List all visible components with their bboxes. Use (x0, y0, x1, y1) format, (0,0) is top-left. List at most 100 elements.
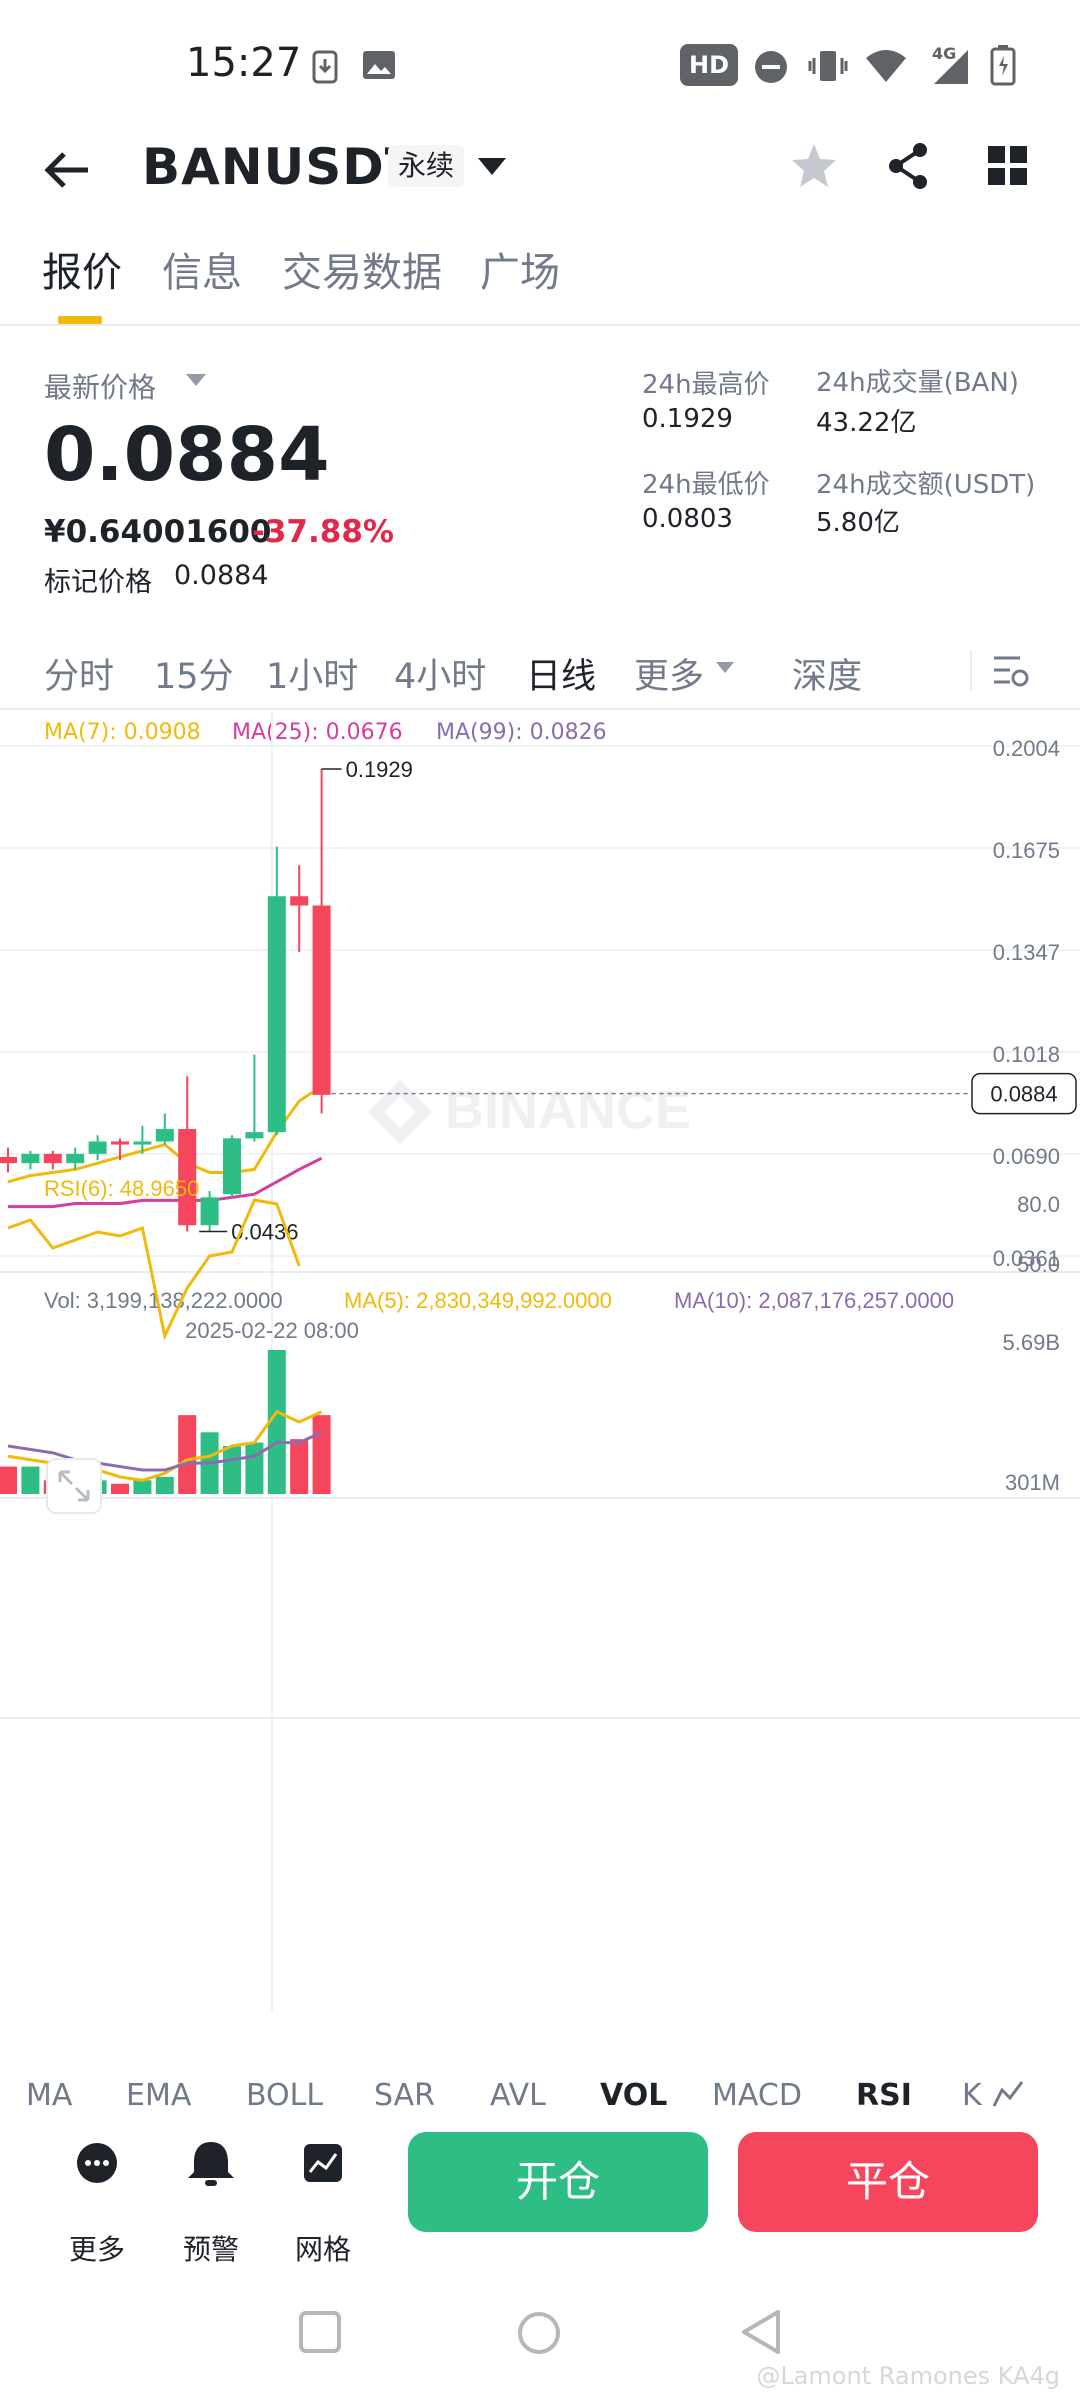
rsi-legend: RSI(6): 48.9650 (44, 1176, 199, 1201)
candle-up (155, 1129, 174, 1142)
kline-chart[interactable]: BINANCE 0.20040.16750.13470.10180.06900.… (0, 712, 1080, 2052)
mark-price: 0.0884 (174, 560, 269, 591)
interval-depth[interactable]: 深度 (792, 648, 862, 699)
symbol-title[interactable]: BANUSDT (142, 138, 420, 196)
high-24h-value: 0.1929 (642, 404, 733, 434)
alert-label: 预警 (182, 2233, 239, 2266)
candle-up (267, 896, 286, 1133)
interval-more[interactable]: 更多 (634, 648, 704, 699)
low-24h-value: 0.0803 (642, 504, 733, 534)
indicator-k[interactable]: K (962, 2078, 982, 2108)
candle-down (43, 1153, 62, 1164)
tab-square[interactable]: 广场 (480, 240, 560, 298)
price-tick-label: 0.2004 (993, 736, 1060, 761)
svg-text:BINANCE: BINANCE (445, 1080, 691, 1140)
more-dropdown-icon[interactable] (716, 662, 734, 674)
volume-bar (245, 1442, 264, 1494)
indicator-chart-icon[interactable] (992, 2080, 1026, 2108)
more-label: 更多 (68, 2233, 125, 2266)
interval-bar: 分时 15分 1小时 4小时 日线 更多 深度 (0, 640, 1080, 710)
grid-action[interactable]: 网格 (278, 2138, 368, 2266)
status-time: 15:27 (186, 40, 302, 86)
user-watermark: @Lamont Ramones KA4g (756, 2362, 1060, 2390)
last-price: 0.0884 (44, 412, 330, 498)
hd-icon: HD (680, 44, 738, 86)
price-type-dropdown-icon[interactable] (186, 374, 206, 388)
volume-tick-label: 5.69B (1003, 1330, 1061, 1355)
interval-time-sharing[interactable]: 分时 (44, 648, 114, 699)
vol-legend: Vol: 3,199,138,222.0000 (44, 1288, 283, 1313)
indicator-rsi[interactable]: RSI (856, 2078, 912, 2108)
change-percent: -37.88% (252, 514, 394, 550)
interval-15m[interactable]: 15分 (154, 648, 234, 699)
volume-bar (290, 1439, 309, 1494)
main-tabs: 报价 信息 交易数据 广场 (0, 240, 1080, 326)
indicator-ema[interactable]: EMA (126, 2078, 191, 2108)
mark-price-label: 标记价格 (44, 567, 152, 598)
candle-up (245, 1132, 264, 1139)
high-annotation: 0.1929 (346, 757, 413, 782)
indicator-tabs: MA EMA BOLL SAR AVL VOL MACD RSI K (0, 2068, 1080, 2108)
price-tick-label: 0.0690 (993, 1144, 1060, 1169)
indicator-avl[interactable]: AVL (490, 2078, 546, 2108)
vol-ma10-legend: MA(10): 2,087,176,257.0000 (674, 1288, 954, 1313)
candle-down (111, 1141, 129, 1145)
candle-up (66, 1153, 85, 1164)
favorite-star-icon[interactable] (790, 142, 838, 190)
volume-bar (312, 1415, 331, 1494)
price-tick-label: 0.1347 (993, 940, 1060, 965)
tab-info[interactable]: 信息 (162, 240, 242, 298)
open-position-button[interactable]: 开仓 (408, 2132, 708, 2232)
indicator-sar[interactable]: SAR (374, 2078, 435, 2108)
wifi-icon (866, 50, 906, 82)
symbol-dropdown-icon[interactable] (478, 158, 506, 176)
interval-daily[interactable]: 日线 (526, 648, 596, 699)
volume-24h-value: 43.22亿 (816, 408, 917, 438)
back-icon[interactable] (738, 2308, 782, 2356)
grid-menu-icon[interactable] (988, 146, 1028, 186)
chart-settings-icon[interactable] (992, 654, 1030, 688)
candle-up (200, 1197, 219, 1226)
tab-trading-data[interactable]: 交易数据 (282, 240, 442, 298)
recents-icon[interactable] (298, 2310, 342, 2354)
price-tick-label: 0.1675 (993, 838, 1060, 863)
grid-trading-icon (304, 2144, 342, 2182)
current-price-tag: 0.0884 (990, 1082, 1057, 1107)
binance-watermark: BINANCE (368, 1080, 691, 1144)
volume-bar (21, 1466, 40, 1494)
last-price-label[interactable]: 最新价格 (44, 366, 156, 406)
header: BANUSDT 永续 (0, 120, 1080, 220)
annotations: 0.19290.04360.0884 (199, 757, 1077, 1244)
close-position-button[interactable]: 平仓 (738, 2132, 1038, 2232)
volume-24h-label: 24h成交量(BAN) (816, 368, 1019, 398)
back-arrow-icon[interactable] (44, 150, 90, 190)
alert-action[interactable]: 预警 (166, 2138, 256, 2266)
share-icon[interactable] (886, 142, 930, 190)
more-dots-icon (77, 2143, 117, 2183)
candle-up (133, 1141, 152, 1145)
more-action[interactable]: 更多 (52, 2138, 142, 2266)
candle-up (223, 1138, 241, 1195)
price-tick-label: 0.1018 (993, 1042, 1060, 1067)
interval-1h[interactable]: 1小时 (266, 648, 358, 699)
indicator-macd[interactable]: MACD (712, 2078, 802, 2108)
fullscreen-button[interactable] (46, 1458, 102, 1514)
volume-tick-label: 301M (1005, 1470, 1060, 1495)
indicator-boll[interactable]: BOLL (246, 2078, 323, 2108)
candle-down (312, 905, 331, 1095)
turnover-24h-value: 5.80亿 (816, 508, 900, 538)
volume-bar (178, 1415, 197, 1494)
vibrate-icon (808, 51, 848, 81)
indicator-vol[interactable]: VOL (600, 2078, 667, 2108)
signal-4g-icon (934, 50, 968, 84)
turnover-24h-label: 24h成交额(USDT) (816, 470, 1036, 500)
price-axis: 0.20040.16750.13470.10180.06900.0361 (993, 736, 1060, 1271)
dnd-icon (755, 51, 787, 83)
battery-icon (990, 45, 1016, 86)
indicator-ma[interactable]: MA (26, 2078, 72, 2108)
interval-4h[interactable]: 4小时 (394, 648, 486, 699)
low-24h-label: 24h最低价 (642, 470, 770, 500)
tab-quote[interactable]: 报价 (42, 240, 122, 298)
bottom-action-bar: 更多 预警 网格 开仓 平仓 (0, 2108, 1080, 2266)
home-icon[interactable] (516, 2310, 562, 2356)
